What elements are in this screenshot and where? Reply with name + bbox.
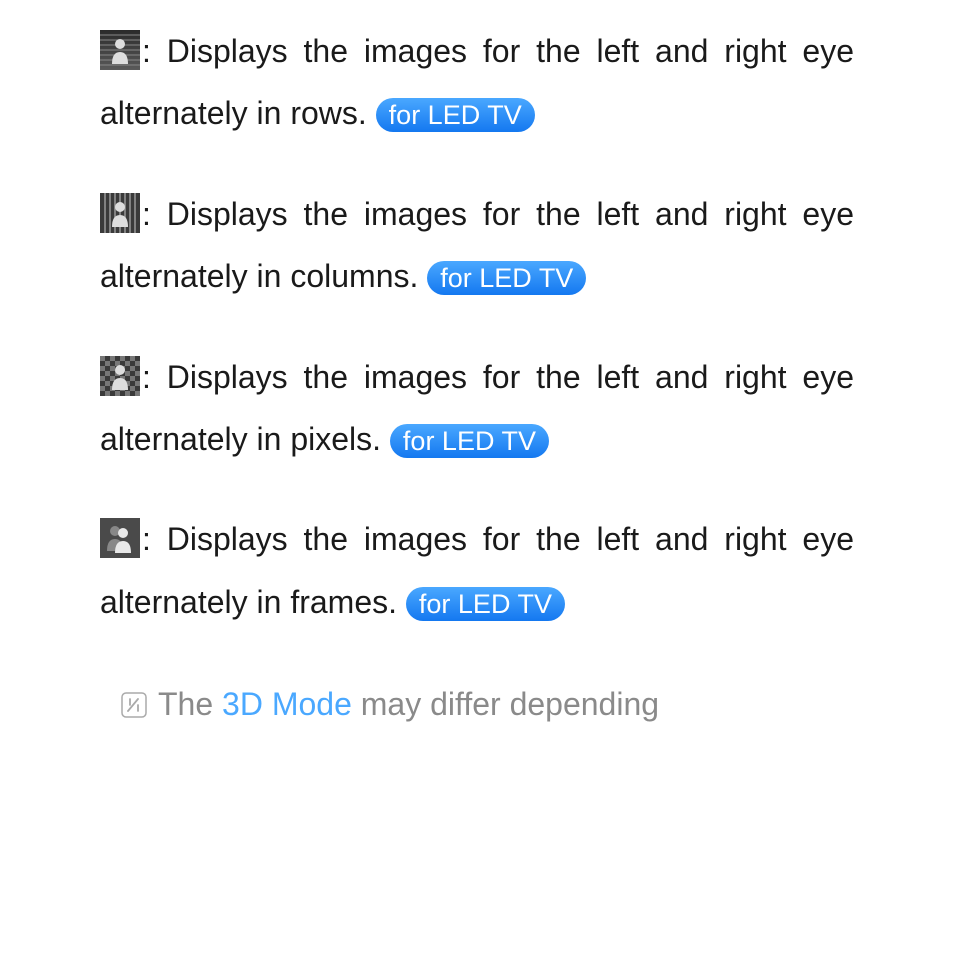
frames-mode-icon bbox=[100, 516, 140, 556]
note-icon bbox=[120, 677, 148, 705]
mode-entry-pixels: : Displays the images for the left and r… bbox=[100, 346, 854, 471]
pixels-mode-icon bbox=[100, 354, 140, 394]
mode-entry-rows: : Displays the images for the left and r… bbox=[100, 20, 854, 145]
led-tv-badge: for LED TV bbox=[427, 261, 586, 295]
note-term: 3D Mode bbox=[222, 686, 352, 722]
led-tv-badge: for LED TV bbox=[390, 424, 549, 458]
mode-entry-columns: : Displays the images for the left and r… bbox=[100, 183, 854, 308]
columns-mode-icon bbox=[100, 191, 140, 231]
note-line: The 3D Mode may differ depending bbox=[100, 673, 854, 735]
rows-mode-icon bbox=[100, 28, 140, 68]
mode-entry-frames: : Displays the images for the left and r… bbox=[100, 508, 854, 633]
led-tv-badge: for LED TV bbox=[406, 587, 565, 621]
note-post: may differ depending bbox=[352, 686, 659, 722]
led-tv-badge: for LED TV bbox=[376, 98, 535, 132]
note-pre: The bbox=[158, 686, 222, 722]
